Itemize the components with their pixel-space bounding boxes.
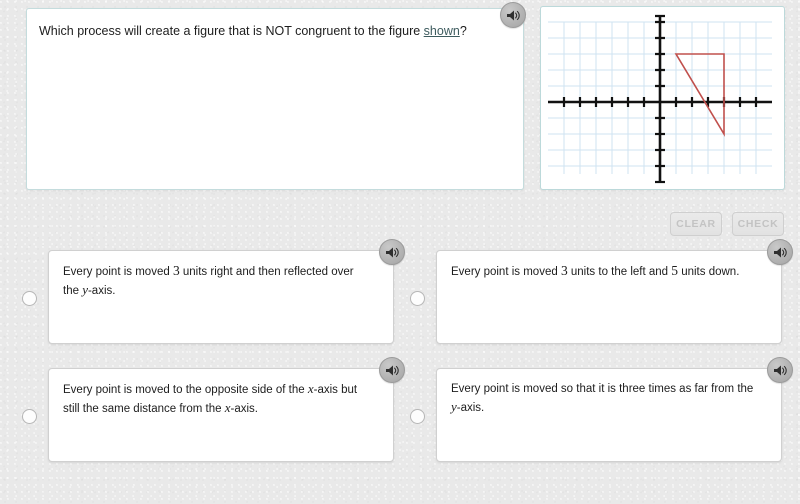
- answer-speaker-button-a[interactable]: [379, 239, 405, 265]
- question-prefix: Which process will create a figure that …: [39, 24, 424, 38]
- radio-choice-a[interactable]: [22, 291, 37, 306]
- question-panel: Which process will create a figure that …: [26, 8, 524, 190]
- speaker-icon: [773, 246, 788, 259]
- question-speaker-button[interactable]: [500, 2, 526, 28]
- check-button[interactable]: CHECK: [732, 212, 784, 236]
- answer-choice-a: Every point is moved 3 units right and t…: [16, 239, 406, 348]
- answer-text-c: Every point is moved to the opposite sid…: [63, 381, 358, 415]
- speaker-icon: [506, 9, 521, 22]
- speaker-icon: [385, 364, 400, 377]
- action-button-row: CLEAR CHECK: [670, 212, 784, 236]
- answer-speaker-button-d[interactable]: [767, 357, 793, 383]
- answer-box-b[interactable]: Every point is moved 3 units to the left…: [436, 239, 793, 344]
- answer-row: Every point is moved to the opposite sid…: [0, 357, 800, 468]
- answer-text-a: Every point is moved 3 units right and t…: [63, 263, 354, 297]
- graph-panel: [540, 6, 785, 190]
- answer-text-d: Every point is moved so that it is three…: [451, 383, 754, 414]
- answer-speaker-button-b[interactable]: [767, 239, 793, 265]
- triangle-shape: [674, 53, 725, 137]
- answer-choice-c: Every point is moved to the opposite sid…: [16, 357, 406, 466]
- answer-text-b: Every point is moved 3 units to the left…: [451, 263, 740, 278]
- shown-link[interactable]: shown: [424, 24, 460, 38]
- axes: [548, 16, 772, 182]
- question-suffix: ?: [459, 24, 467, 38]
- question-text: Which process will create a figure that …: [39, 23, 493, 40]
- speaker-icon: [773, 364, 788, 377]
- radio-choice-c[interactable]: [22, 409, 37, 424]
- answer-box-a[interactable]: Every point is moved 3 units right and t…: [48, 239, 405, 344]
- answer-speaker-button-c[interactable]: [379, 357, 405, 383]
- radio-choice-d[interactable]: [410, 409, 425, 424]
- answer-choice-d: Every point is moved so that it is three…: [404, 357, 794, 466]
- assessment-stage: Which process will create a figure that …: [0, 0, 800, 504]
- clear-button[interactable]: CLEAR: [670, 212, 722, 236]
- answer-row: Every point is moved 3 units right and t…: [0, 239, 800, 350]
- radio-choice-b[interactable]: [410, 291, 425, 306]
- speaker-icon: [385, 246, 400, 259]
- answer-box-c[interactable]: Every point is moved to the opposite sid…: [48, 357, 405, 462]
- answer-box-d[interactable]: Every point is moved so that it is three…: [436, 357, 793, 462]
- coordinate-plane-graph: [548, 14, 772, 184]
- answer-choice-b: Every point is moved 3 units to the left…: [404, 239, 794, 348]
